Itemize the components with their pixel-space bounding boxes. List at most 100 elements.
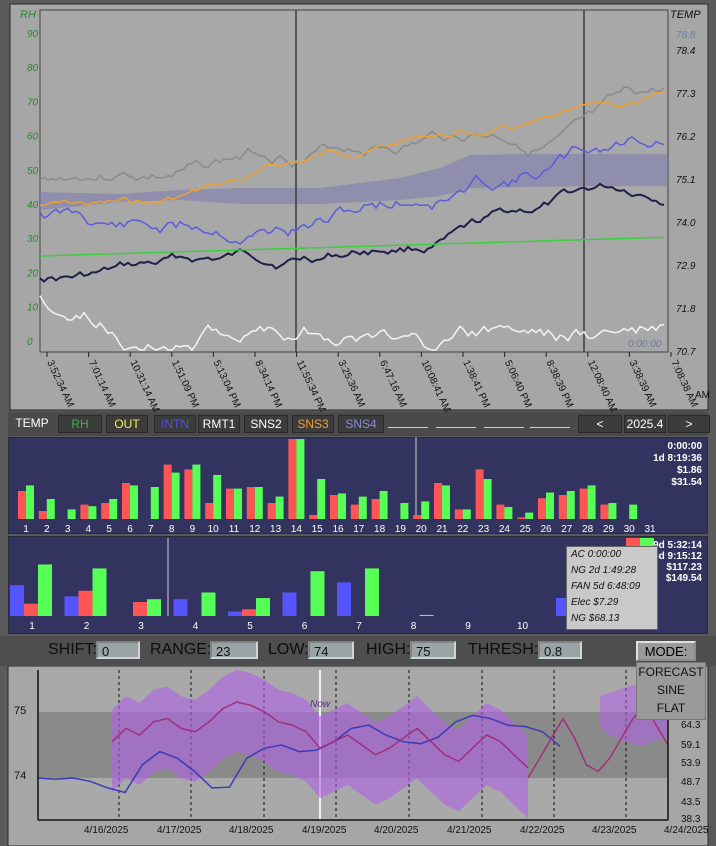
toolbar-series-sns4[interactable]: SNS4 — [338, 415, 384, 433]
day-bar-red[interactable] — [579, 488, 588, 519]
day-bar-red[interactable] — [454, 509, 463, 519]
day-bar-green[interactable] — [421, 501, 430, 519]
day-bar-red[interactable] — [538, 498, 546, 519]
day-bar-green[interactable] — [150, 487, 159, 519]
mode-option-forecast[interactable]: FORECAST — [637, 663, 705, 681]
day-bar-green[interactable] — [483, 479, 492, 519]
day-bar-green[interactable] — [171, 472, 180, 519]
day-bar-green[interactable] — [26, 485, 34, 519]
day-label: 14 — [291, 524, 303, 534]
day-bar-green[interactable] — [109, 499, 118, 519]
day-bar-red[interactable] — [558, 495, 567, 519]
day-bar-red[interactable] — [184, 469, 193, 519]
day-bar-red[interactable] — [80, 504, 89, 519]
month-bar-green[interactable] — [147, 599, 161, 616]
day-bar-green[interactable] — [462, 509, 471, 519]
month-bar-blue[interactable] — [10, 585, 24, 616]
month-bar-blue[interactable] — [282, 592, 297, 616]
day-bar-red[interactable] — [517, 517, 526, 519]
day-bar-green[interactable] — [608, 503, 617, 519]
month-bar-blue[interactable] — [64, 596, 79, 616]
toolbar-series-rmt1[interactable]: RMT1 — [198, 415, 240, 433]
day-bar-red[interactable] — [350, 504, 359, 519]
month-bar-blue[interactable] — [228, 611, 242, 616]
toolbar-series-out[interactable]: OUT — [106, 415, 148, 433]
forecast-right-tick: 43.5 — [681, 797, 701, 808]
day-bar-red[interactable] — [371, 499, 380, 519]
day-bar-green[interactable] — [213, 475, 222, 519]
day-bar-red[interactable] — [205, 503, 214, 519]
month-label: 7 — [356, 621, 362, 632]
month-bar-red[interactable] — [242, 609, 256, 616]
temp-axis-title: TEMP — [670, 9, 701, 21]
month-bar-green[interactable] — [38, 564, 52, 616]
day-bar-green[interactable] — [587, 485, 596, 519]
low-input[interactable]: 74 — [308, 641, 354, 659]
thresh-input[interactable]: 0.8 — [538, 641, 582, 659]
mode-option-flat[interactable]: FLAT — [637, 699, 705, 717]
day-bar-red[interactable] — [434, 483, 442, 519]
day-bar-green[interactable] — [338, 493, 346, 519]
day-bar-green[interactable] — [546, 492, 554, 519]
day-bar-red[interactable] — [475, 469, 484, 519]
month-bar-green[interactable] — [256, 598, 270, 616]
day-bar-green[interactable] — [254, 487, 263, 519]
day-bar-red[interactable] — [101, 503, 110, 519]
toolbar-series-sns2[interactable]: SNS2 — [244, 415, 288, 433]
day-bar-red[interactable] — [226, 488, 234, 519]
month-bar-blue[interactable] — [173, 599, 188, 616]
day-bar-green[interactable] — [566, 491, 575, 519]
day-bar-green[interactable] — [130, 485, 138, 519]
month-bar-green[interactable] — [92, 568, 107, 616]
month-bar-red[interactable] — [24, 603, 38, 616]
day-bar-red[interactable] — [267, 503, 276, 519]
day-bar-red[interactable] — [496, 504, 505, 519]
toolbar-series-rh[interactable]: RH — [58, 415, 102, 433]
day-bar-green[interactable] — [504, 507, 513, 519]
day-bar-green[interactable] — [296, 439, 305, 519]
day-bar-red[interactable] — [38, 511, 47, 519]
day-bar-green[interactable] — [379, 491, 388, 519]
day-bar-green[interactable] — [88, 506, 97, 519]
day-bar-red[interactable] — [18, 491, 26, 519]
next-button[interactable]: > — [668, 415, 710, 433]
month-bar-green[interactable] — [419, 614, 434, 616]
shift-input[interactable]: 0 — [96, 641, 140, 659]
day-bar-green[interactable] — [525, 512, 534, 519]
month-bar-green[interactable] — [201, 592, 216, 616]
day-bar-red[interactable] — [600, 504, 609, 519]
day-bar-red[interactable] — [122, 483, 130, 519]
toolbar-series-intn[interactable]: INTN — [154, 415, 196, 433]
day-bar-green[interactable] — [358, 496, 367, 519]
month-bar-green[interactable] — [310, 571, 325, 616]
toolbar-series-temp[interactable]: TEMP — [12, 415, 52, 431]
day-bar-green[interactable] — [442, 485, 450, 519]
mode-option-sine[interactable]: SINE — [637, 681, 705, 699]
day-bar-green[interactable] — [317, 479, 326, 519]
day-bar-red[interactable] — [330, 495, 338, 519]
day-bar-green[interactable] — [275, 496, 284, 519]
month-bar-red[interactable] — [78, 590, 93, 616]
prev-button[interactable]: < — [578, 415, 622, 433]
day-bar-red[interactable] — [309, 515, 318, 519]
day-bar-green[interactable] — [67, 509, 76, 519]
day-bar-green[interactable] — [192, 464, 201, 519]
mode-button[interactable]: MODE: — [636, 641, 696, 661]
day-bar-red[interactable] — [163, 464, 172, 519]
day-bar-green[interactable] — [46, 499, 55, 519]
range-input[interactable]: 23 — [210, 641, 258, 659]
day-bar-green[interactable] — [629, 504, 638, 519]
toolbar-series-sns3[interactable]: SNS3 — [292, 415, 334, 433]
month-bar-red[interactable] — [133, 602, 147, 616]
day-bar-red[interactable] — [246, 487, 255, 519]
day-label: 13 — [270, 524, 282, 534]
forecast-date-label: 4/18/2025 — [229, 825, 274, 836]
day-bar-green[interactable] — [400, 503, 409, 519]
month-bar-blue[interactable] — [337, 582, 351, 616]
day-bar-red[interactable] — [413, 515, 422, 519]
high-input[interactable]: 75 — [410, 641, 456, 659]
day-bar-red[interactable] — [288, 439, 297, 519]
day-label: 3 — [65, 524, 71, 534]
day-bar-green[interactable] — [234, 488, 242, 519]
month-bar-green[interactable] — [365, 568, 379, 616]
